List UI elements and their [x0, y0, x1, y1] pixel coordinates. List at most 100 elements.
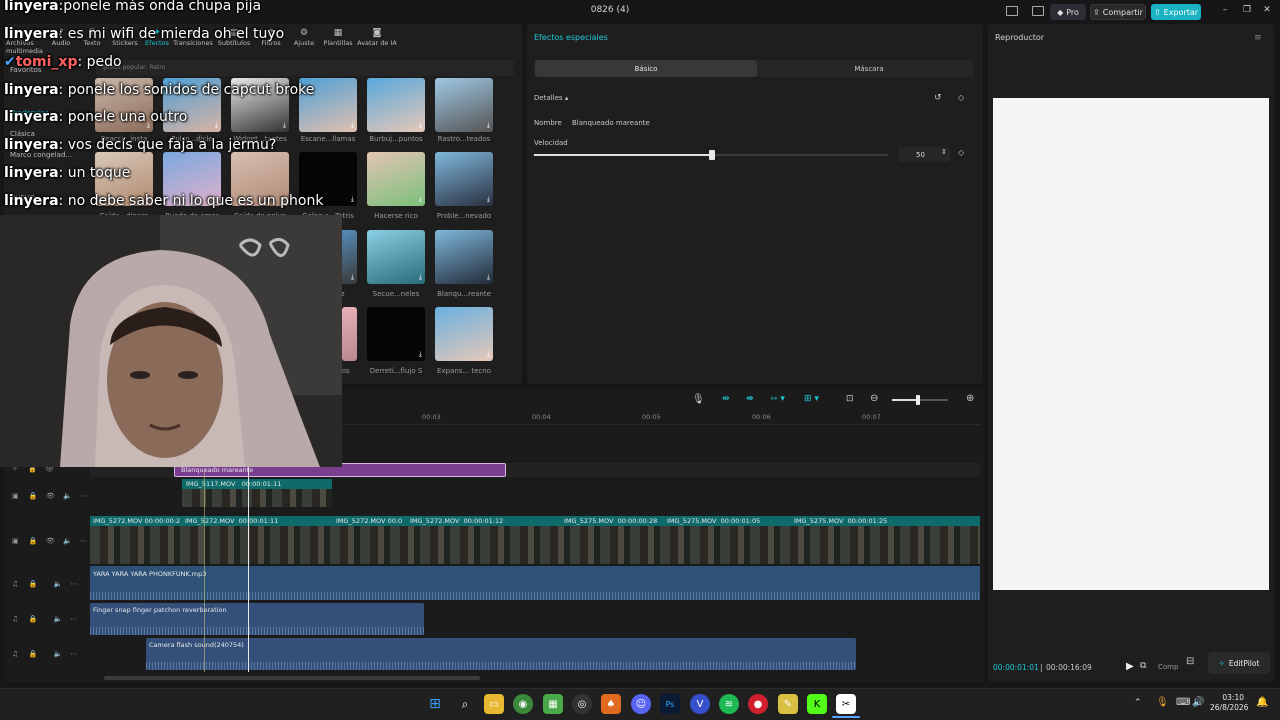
- vpn-icon[interactable]: V: [690, 694, 710, 714]
- tab-templates[interactable]: ▦ Plantillas: [320, 28, 356, 50]
- speaker-icon[interactable]: 🔈: [53, 650, 62, 658]
- speed-slider-handle[interactable]: [709, 150, 715, 160]
- speaker-icon[interactable]: 🔈: [63, 492, 72, 500]
- lock-icon[interactable]: 🔒: [29, 615, 38, 623]
- lock-icon[interactable]: 🔒: [29, 492, 38, 500]
- search-input[interactable]: queda popular: Retro: [96, 60, 514, 76]
- effect-thumb[interactable]: ⤓: [435, 230, 493, 284]
- more-icon[interactable]: ⋯: [70, 615, 77, 623]
- audio-clip-snap[interactable]: Finger snap finger patchon reverberation: [90, 603, 424, 635]
- timeline-scrollbar[interactable]: [104, 676, 480, 680]
- stepper-icon[interactable]: ⇕: [941, 148, 947, 156]
- close-icon[interactable]: ✕: [1260, 5, 1274, 15]
- effect-thumb[interactable]: ⤓: [367, 230, 425, 284]
- crop-icon[interactable]: ⧉: [1140, 661, 1146, 671]
- reset-icon[interactable]: ↺: [934, 93, 942, 103]
- chevron-up-icon[interactable]: ⌃: [1134, 698, 1142, 708]
- snap-icon[interactable]: ⇼: [746, 394, 754, 404]
- video-clip-label[interactable]: IMG_5272.MOV 00:00:01:11: [185, 517, 333, 525]
- capcut-icon[interactable]: ✂: [836, 694, 856, 714]
- keyframe-icon[interactable]: ◇: [958, 148, 964, 157]
- shortcut-icon[interactable]: [1032, 6, 1044, 16]
- tab-ai-avatar[interactable]: ◙ Avatar de IA: [356, 28, 398, 50]
- lock-icon[interactable]: 🔒: [29, 537, 38, 545]
- discord-icon[interactable]: ☺: [631, 694, 651, 714]
- network-icon[interactable]: ⌨: [1176, 697, 1190, 708]
- link-icon[interactable]: ⇹: [722, 394, 730, 404]
- video-clip-label[interactable]: IMG_5275.MOV 00:00:01:05: [667, 517, 789, 525]
- export-button[interactable]: ⇧ Exportar: [1151, 4, 1201, 20]
- more-icon[interactable]: ⋯: [80, 537, 87, 545]
- maximize-icon[interactable]: ❐: [1240, 5, 1254, 15]
- video-clip-label[interactable]: IMG_5275.MOV 00:00:00:28: [564, 517, 664, 525]
- name-value: Blanqueado mareante: [572, 119, 650, 127]
- speaker-icon[interactable]: 🔈: [53, 615, 62, 623]
- chat-icon[interactable]: ⊟: [1186, 656, 1194, 667]
- video-clip-label[interactable]: IMG_5272.MOV 00:0: [336, 517, 408, 525]
- speaker-icon[interactable]: 🔈: [63, 537, 72, 545]
- volume-icon[interactable]: 🔊: [1192, 697, 1204, 708]
- microphone-icon[interactable]: 🎙: [1156, 697, 1169, 708]
- download-icon: ⤓: [486, 350, 490, 358]
- export-icon: ⇧: [1153, 7, 1161, 17]
- pro-button[interactable]: ◆ Pro: [1050, 4, 1086, 20]
- tab-adjust[interactable]: ⚙ Ajuste: [288, 28, 320, 50]
- layout-icon[interactable]: [1006, 6, 1018, 16]
- editpilot-button[interactable]: ✧ EditPilot: [1208, 652, 1270, 674]
- name-label: Nombre: [534, 119, 562, 127]
- keyframe-icon[interactable]: ◇: [958, 93, 964, 102]
- notification-icon[interactable]: 🔔: [1256, 697, 1268, 708]
- track-controls-audio1: ♫ 🔒 🔈 ⋯: [4, 580, 90, 588]
- search-icon[interactable]: ⌕: [455, 694, 475, 714]
- eye-icon[interactable]: 👁: [46, 492, 55, 500]
- more-icon[interactable]: ⋯: [70, 580, 77, 588]
- more-icon[interactable]: ⋯: [80, 492, 87, 500]
- more-icon[interactable]: ⋯: [70, 650, 77, 658]
- fl-studio-icon[interactable]: ♠: [601, 694, 621, 714]
- lock-icon[interactable]: 🔒: [29, 650, 38, 658]
- effect-thumb[interactable]: ⤓: [435, 307, 493, 361]
- windows-start-icon[interactable]: ⊞: [425, 694, 445, 714]
- preview-axis-icon[interactable]: ⊞ ▾: [804, 394, 819, 404]
- effect-thumb[interactable]: ⤓: [367, 152, 425, 206]
- split-icon[interactable]: ⇿ ▾: [770, 394, 785, 404]
- notes-icon[interactable]: ✎: [778, 694, 798, 714]
- checkmark-icon: ✔: [4, 54, 16, 70]
- zoom-out-icon[interactable]: ⊖: [870, 393, 878, 404]
- system-clock[interactable]: 03:10 26/8/2026: [1210, 693, 1248, 713]
- obs-icon[interactable]: ◎: [572, 694, 592, 714]
- zoom-slider-handle[interactable]: [916, 395, 920, 405]
- ratio-label[interactable]: Comp: [1158, 663, 1178, 671]
- spotify-icon[interactable]: ≋: [719, 694, 739, 714]
- effect-thumb[interactable]: [342, 307, 357, 361]
- recorder-icon[interactable]: ●: [748, 694, 768, 714]
- video-clip-label[interactable]: IMG_5272.MOV 00:00:01:12: [410, 517, 560, 525]
- microphone-icon[interactable]: 🎙: [692, 394, 705, 405]
- audio-clip-music[interactable]: YARA YARA YARA PHONKFUNK.mp3: [90, 566, 980, 600]
- tab-basic[interactable]: Básico: [535, 60, 757, 77]
- details-toggle[interactable]: Detalles ▴: [534, 94, 568, 102]
- tab-mask[interactable]: Máscara: [758, 60, 980, 77]
- chrome-icon[interactable]: ◉: [513, 694, 533, 714]
- audio-clip-flash[interactable]: Camera flash sound(240754): [146, 638, 856, 670]
- ruler-tick: 00:04: [532, 413, 551, 421]
- fit-icon[interactable]: ⊡: [846, 394, 854, 404]
- play-icon[interactable]: ▶: [1126, 661, 1134, 672]
- video-clip-label[interactable]: IMG_5272.MOV 00:00:00:2: [93, 517, 181, 525]
- speaker-icon[interactable]: 🔈: [53, 580, 62, 588]
- file-explorer-icon[interactable]: ▭: [484, 694, 504, 714]
- effect-thumb[interactable]: ⤓: [367, 307, 425, 361]
- photoshop-icon[interactable]: Ps: [660, 694, 680, 714]
- eye-icon[interactable]: 👁: [46, 537, 55, 545]
- menu-icon[interactable]: ≡: [1254, 33, 1262, 43]
- effect-thumb[interactable]: ⤓: [435, 152, 493, 206]
- effect-thumb[interactable]: ⤓: [367, 78, 425, 132]
- kick-icon[interactable]: K: [807, 694, 827, 714]
- lock-icon[interactable]: 🔒: [29, 580, 38, 588]
- zoom-in-icon[interactable]: ⊕: [966, 393, 974, 404]
- share-button[interactable]: ⇪ Compartir: [1090, 4, 1146, 20]
- effect-thumb[interactable]: ⤓: [435, 78, 493, 132]
- minecraft-icon[interactable]: ▦: [543, 694, 563, 714]
- minimize-icon[interactable]: –: [1218, 5, 1232, 15]
- video-clip-label[interactable]: IMG_5275.MOV 00:00:01:25: [794, 517, 944, 525]
